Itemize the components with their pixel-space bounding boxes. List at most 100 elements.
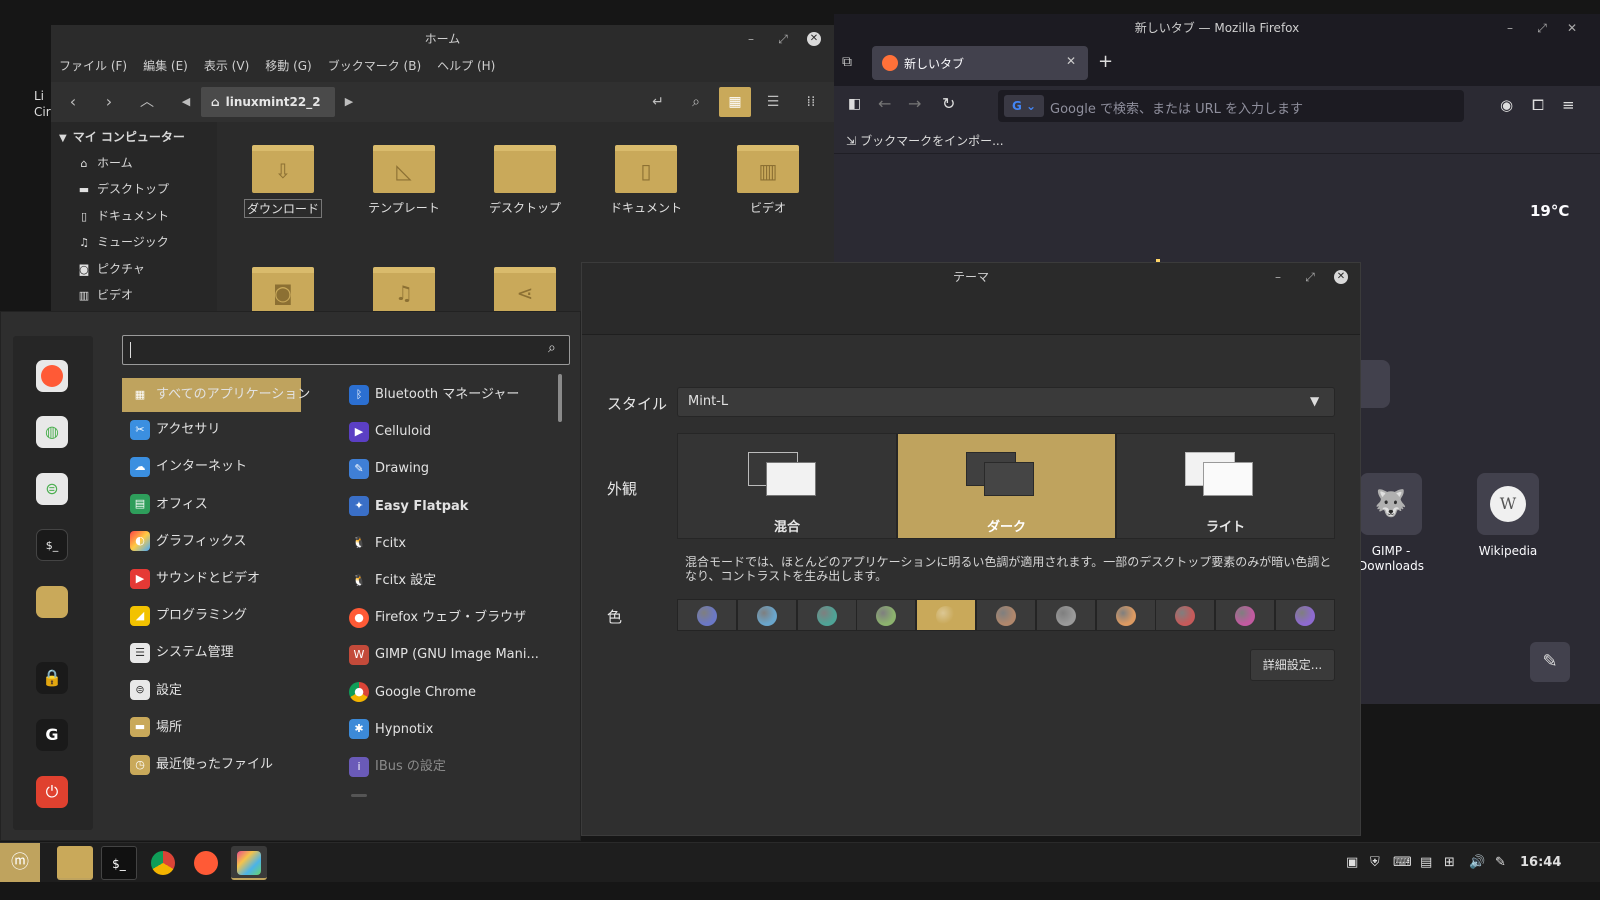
scrollbar[interactable] [558, 374, 562, 422]
menu-category[interactable]: ▦ すべてのアプリケーション [122, 378, 310, 412]
color-swatch[interactable] [976, 599, 1036, 631]
forward-icon[interactable]: → [908, 94, 921, 113]
menu-category[interactable]: ◷ 最近使ったファイル [122, 750, 301, 780]
shield-icon[interactable]: ⛨ [1370, 855, 1380, 870]
shortcut-label[interactable]: Wikipedia [1463, 544, 1553, 558]
tab-list-icon[interactable]: ⧉ [842, 54, 852, 70]
menu-app-item[interactable]: i IBus の設定 [349, 752, 446, 782]
terminal-icon[interactable]: $_ [36, 529, 68, 561]
search-input[interactable]: ⌕ [122, 335, 570, 365]
color-swatch[interactable] [1095, 599, 1156, 631]
pencil-icon[interactable]: ✎ [1530, 642, 1570, 682]
maximize-button[interactable]: ⤢ [1302, 269, 1318, 285]
menu-category[interactable]: ▶ サウンドとビデオ [122, 564, 301, 594]
color-swatch[interactable] [796, 599, 857, 631]
sidebar-item-home[interactable]: ⌂ ホーム [77, 152, 133, 174]
path-button[interactable]: ⌂ linuxmint22_2 [201, 87, 335, 117]
forward-icon[interactable]: › [95, 87, 123, 117]
sidebar-item-pictures[interactable]: ◙ ピクチャ [77, 258, 145, 280]
folder-downloads[interactable]: ⇩ ダウンロード [238, 145, 328, 218]
menu-app-item[interactable]: ● Google Chrome [349, 678, 476, 708]
maximize-button[interactable]: ⤢ [1534, 20, 1550, 36]
software-manager-icon[interactable]: ◍ [36, 416, 68, 448]
account-icon[interactable]: ◉ [1500, 96, 1513, 114]
advanced-settings-button[interactable]: 詳細設定... [1250, 649, 1335, 681]
taskbar-files-icon[interactable] [57, 846, 93, 880]
icon-view-icon[interactable]: ▦ [719, 87, 751, 117]
menu-help[interactable]: ヘルプ (H) [429, 55, 503, 77]
sidebar-item-videos[interactable]: ▥ ビデオ [77, 284, 133, 306]
menu-go[interactable]: 移動 (G) [257, 55, 319, 77]
appearance-dark-option[interactable]: ダーク [897, 433, 1116, 539]
menu-category[interactable]: ◢ プログラミング [122, 601, 301, 631]
menu-view[interactable]: 表示 (V) [196, 55, 257, 77]
taskbar-chrome-icon[interactable] [145, 846, 181, 880]
folder-documents[interactable]: ▯ ドキュメント [601, 145, 691, 216]
color-swatch[interactable] [1155, 599, 1216, 631]
menu-category[interactable]: ✂ アクセサリ [122, 415, 301, 445]
menu-app-item[interactable]: ✦ Easy Flatpak [349, 492, 468, 522]
color-swatch[interactable] [1035, 599, 1096, 631]
menu-category[interactable]: ▬ 場所 [122, 713, 301, 743]
color-swatch[interactable] [1275, 599, 1335, 631]
menu-category[interactable]: ☰ システム管理 [122, 638, 301, 668]
firefox-favorite-icon[interactable] [36, 360, 68, 392]
menu-bookmarks[interactable]: ブックマーク (B) [320, 55, 429, 77]
power-icon[interactable]: ⏻ [36, 776, 68, 808]
menu-category[interactable]: ▤ オフィス [122, 490, 301, 520]
keyboard-icon[interactable]: ⌨ [1393, 855, 1412, 870]
menu-app-item[interactable]: 🐧 Fcitx [349, 529, 406, 559]
gimp-icon[interactable]: 🐺 [1360, 473, 1422, 535]
network-icon[interactable]: ⊞ [1444, 855, 1455, 870]
taskbar-terminal-icon[interactable]: $_ [101, 846, 137, 880]
menu-edit[interactable]: 編集 (E) [135, 55, 196, 77]
search-icon[interactable]: ⌕ [683, 87, 709, 117]
menu-app-item[interactable]: ● Firefox ウェブ・ブラウザ [349, 603, 526, 633]
menu-icon[interactable]: ≡ [1562, 96, 1575, 114]
up-icon[interactable]: ︿ [133, 87, 161, 117]
menu-app-item[interactable]: ✎ Drawing [349, 454, 429, 484]
lock-icon[interactable]: 🔒 [36, 662, 68, 694]
color-swatch[interactable] [1215, 599, 1276, 631]
logout-icon[interactable]: G [36, 719, 68, 751]
close-button[interactable]: ✕ [1564, 20, 1580, 36]
menu-app-item[interactable]: ▶ Celluloid [349, 417, 431, 447]
folder-pictures[interactable]: ◙ [238, 267, 328, 315]
document-icon[interactable]: ▤ [1420, 855, 1432, 870]
clock[interactable]: 16:44 [1520, 855, 1561, 870]
compact-view-icon[interactable]: ⁞⁞ [797, 87, 825, 117]
path-left-icon[interactable]: ◀ [175, 87, 197, 117]
import-bookmarks-button[interactable]: ⇲ ブックマークをインポー... [846, 132, 1004, 149]
folder-music[interactable]: ♫ [359, 267, 449, 315]
color-swatch[interactable] [736, 599, 797, 631]
menu-app-item[interactable]: ᛒ Bluetooth マネージャー [349, 380, 519, 410]
appearance-light-option[interactable]: ライト [1116, 433, 1335, 539]
google-search-engine-icon[interactable]: G ⌄ [1004, 95, 1044, 117]
clipboard-icon[interactable]: ▣ [1346, 855, 1358, 870]
maximize-button[interactable]: ⤢ [775, 31, 791, 47]
style-dropdown[interactable]: Mint-L ▼ [677, 387, 1335, 417]
color-swatch[interactable] [856, 599, 917, 631]
minimize-button[interactable]: – [1502, 20, 1518, 36]
sidebar-item-desktop[interactable]: ▬ デスクトップ [77, 178, 169, 200]
wikipedia-tile[interactable]: W [1477, 473, 1539, 535]
close-button[interactable]: ✕ [1334, 270, 1348, 284]
tab-close-icon[interactable]: ✕ [1066, 54, 1076, 68]
files-icon[interactable] [36, 586, 68, 618]
tab-new-tab[interactable]: 新しいタブ ✕ [872, 46, 1088, 80]
open-terminal-icon[interactable]: ↵ [645, 87, 671, 117]
color-swatch[interactable] [916, 599, 977, 631]
list-view-icon[interactable]: ☰ [759, 87, 787, 117]
extensions-icon[interactable]: ⧠ [1532, 96, 1544, 114]
sidebar-item-documents[interactable]: ▯ ドキュメント [77, 205, 169, 227]
menu-category[interactable]: ☁ インターネット [122, 452, 301, 482]
reload-icon[interactable]: ↻ [942, 94, 955, 113]
menu-app-item[interactable]: 🐧 Fcitx 設定 [349, 566, 436, 596]
taskbar-theme-icon[interactable] [231, 846, 267, 880]
menu-app-item[interactable]: W GIMP (GNU Image Mani... [349, 640, 539, 670]
mint-menu-icon[interactable]: ⓜ [0, 843, 40, 882]
close-button[interactable]: ✕ [807, 32, 821, 46]
menu-category[interactable]: ◐ グラフィックス [122, 527, 301, 557]
sidebar-icon[interactable]: ◧ [848, 96, 861, 112]
minimize-button[interactable]: – [1270, 269, 1286, 285]
